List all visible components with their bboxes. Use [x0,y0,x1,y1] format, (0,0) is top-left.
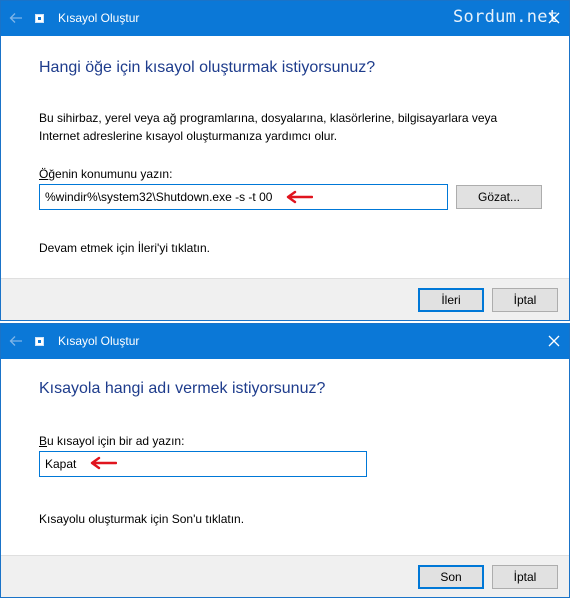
shortcut-name-value: Kapat [45,457,77,471]
wizard-footer: İleri İptal [1,278,569,320]
red-annotation-arrow-icon [90,456,117,470]
location-input-value: %windir%\system32\Shutdown.exe -s -t 00 [45,190,273,204]
create-shortcut-window-step1: Kısayol Oluştur Sordum.net Hangi öğe içi… [0,0,570,321]
finish-button[interactable]: Son [418,565,484,589]
browse-button[interactable]: Gözat... [456,185,542,209]
name-label: Bu kısayol için bir ad yazın: [39,432,184,450]
next-button-label: İleri [441,293,461,307]
page-heading: Kısayola hangi adı vermek istiyorsunuz? [39,380,326,397]
cancel-button-label: İptal [513,293,537,307]
watermark-text: Sordum.net [453,7,559,27]
next-button[interactable]: İleri [418,288,484,312]
finish-hint-text: Kısayolu oluşturmak için Son'u tıklatın. [39,512,245,526]
close-icon[interactable] [546,333,562,349]
window-title: Kısayol Oluştur [58,334,140,348]
cancel-button[interactable]: İptal [492,565,558,589]
location-label-rest: ğenin konumunu yazın: [48,167,173,181]
cancel-button[interactable]: İptal [492,288,558,312]
title-bar: Kısayol Oluştur Sordum.net [1,1,569,36]
shortcut-app-icon [35,14,44,23]
name-label-rest: u kısayol için bir ad yazın: [47,434,185,448]
name-label-access-key: B [39,434,48,448]
location-input[interactable]: %windir%\system32\Shutdown.exe -s -t 00 [39,184,448,210]
wizard-description: Bu sihirbaz, yerel veya ağ programlarına… [39,111,498,143]
back-arrow-icon[interactable] [9,11,23,25]
window-title: Kısayol Oluştur [58,11,140,25]
finish-button-label: Son [440,570,462,584]
create-shortcut-window-step2: Kısayol Oluştur Kısayola hangi adı verme… [0,323,570,598]
page-heading: Hangi öğe için kısayol oluşturmak istiyo… [39,59,376,76]
cancel-button-label: İptal [513,570,537,584]
location-label-access-key: Ö [39,167,49,181]
back-arrow-icon[interactable] [9,334,23,348]
wizard-footer: Son İptal [1,555,569,597]
title-bar: Kısayol Oluştur [1,324,569,359]
shortcut-app-icon [35,337,44,346]
location-label: Öğenin konumunu yazın: [39,165,172,183]
browse-button-label: Gözat... [477,190,521,204]
red-annotation-arrow-icon [286,190,313,204]
close-icon[interactable] [546,10,562,26]
next-hint-text: Devam etmek için İleri'yi tıklatın. [39,241,211,255]
